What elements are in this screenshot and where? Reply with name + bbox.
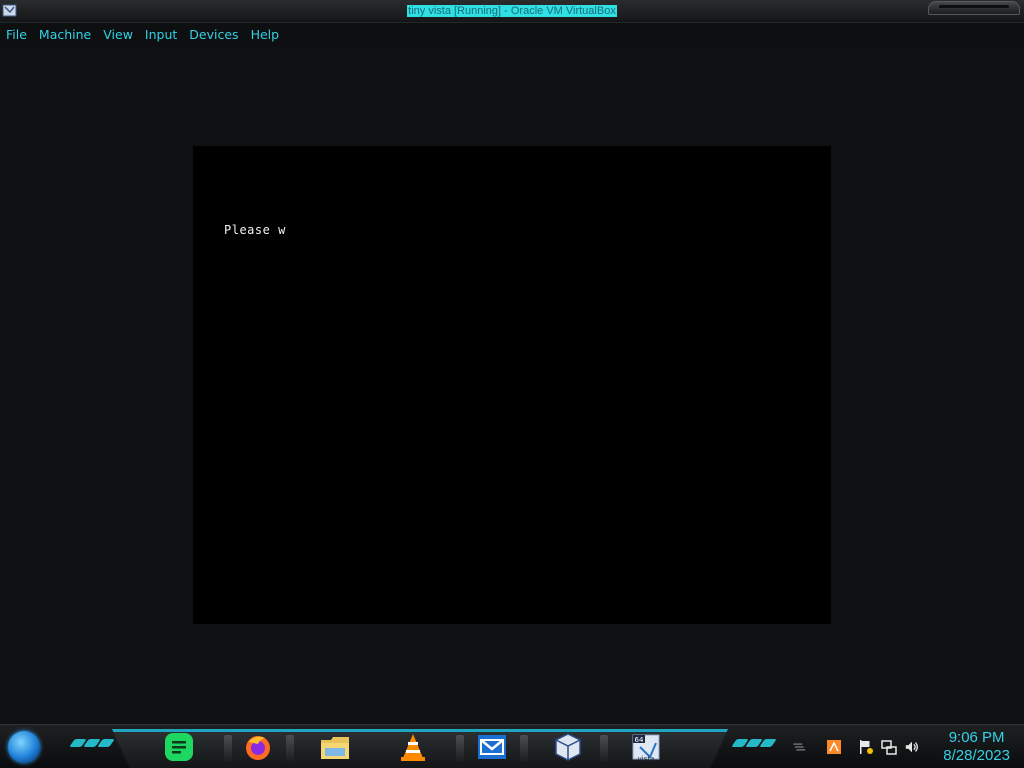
network-icon[interactable] <box>881 739 897 755</box>
dock-separator <box>286 735 294 761</box>
menu-devices[interactable]: Devices <box>183 27 244 42</box>
system-clock[interactable]: 9:06 PM 8/28/2023 <box>943 729 1010 765</box>
menu-machine[interactable]: Machine <box>33 27 97 42</box>
taskbar-decoration-left <box>69 739 115 751</box>
clock-date: 8/28/2023 <box>943 747 1010 764</box>
title-bar[interactable]: tiny vista [Running] - Oracle VM Virtual… <box>0 0 1024 23</box>
taskbar-decoration-right <box>731 739 777 751</box>
menu-view[interactable]: View <box>97 27 139 42</box>
orange-app-icon[interactable] <box>826 739 842 755</box>
start-orb-icon[interactable] <box>8 731 40 763</box>
window-title: tiny vista [Running] - Oracle VM Virtual… <box>407 5 617 17</box>
clock-time: 9:06 PM <box>948 729 1005 746</box>
window-controls[interactable] <box>928 1 1020 15</box>
vista-64-icon[interactable]: 64 vista <box>630 731 662 763</box>
menu-bar: File Machine View Input Devices Help <box>0 23 1024 45</box>
vm-screen[interactable]: Please w <box>193 146 831 624</box>
svg-text:vista: vista <box>638 755 655 763</box>
taskbar: 64 vista 9:06 PM 8/28/2023 <box>0 724 1024 768</box>
menu-file[interactable]: File <box>0 27 33 42</box>
firefox-icon[interactable] <box>242 731 274 763</box>
volume-icon[interactable] <box>904 739 920 755</box>
menu-help[interactable]: Help <box>245 27 286 42</box>
dock-separator <box>456 735 464 761</box>
vlc-icon[interactable] <box>397 731 429 763</box>
dock-separator <box>224 735 232 761</box>
menu-input[interactable]: Input <box>139 27 183 42</box>
file-explorer-icon[interactable] <box>319 731 351 763</box>
virtualbox-icon[interactable] <box>552 731 584 763</box>
dock-separator <box>600 735 608 761</box>
action-center-flag-icon[interactable] <box>858 739 874 755</box>
desktop: tiny vista [Running] - Oracle VM Virtual… <box>0 0 1024 768</box>
mail-icon[interactable] <box>476 731 508 763</box>
svg-text:64: 64 <box>635 736 644 744</box>
show-desktop-icon[interactable] <box>792 739 808 755</box>
dock-separator <box>520 735 528 761</box>
console-text: Please w <box>224 223 286 237</box>
notes-app-icon[interactable] <box>163 731 195 763</box>
